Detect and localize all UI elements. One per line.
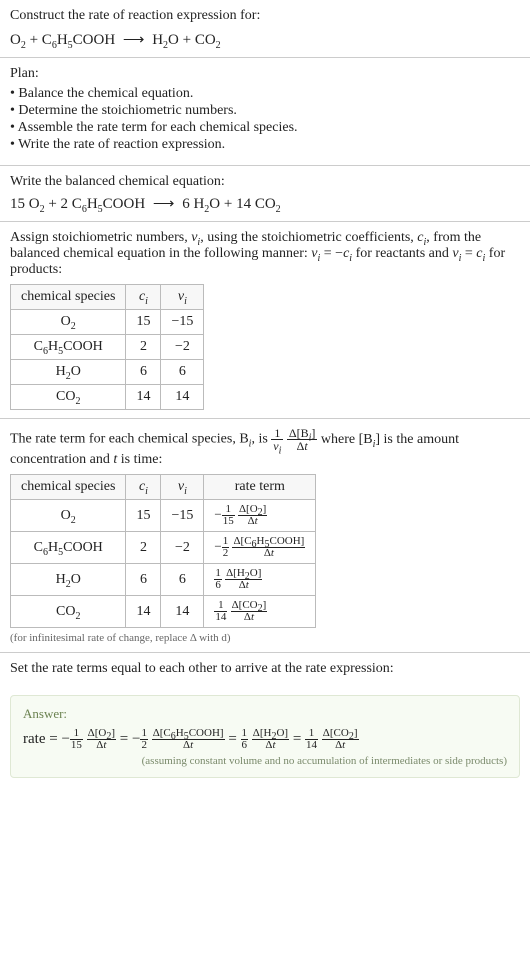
table-row: C6H5COOH2−2−12 Δ[C6H5COOH]Δt [11,532,316,564]
intro-section: Construct the rate of reaction expressio… [0,0,530,58]
assign-heading: Assign stoichiometric numbers, νi, using… [10,230,520,278]
rateterm-heading: The rate term for each chemical species,… [10,427,520,468]
plan-step: Determine the stoichiometric numbers. [10,103,520,119]
intro-prompt: Construct the rate of reaction expressio… [10,8,520,24]
assign-section: Assign stoichiometric numbers, νi, using… [0,222,530,419]
answer-expression: rate = −115 Δ[O2]Δt = −12 Δ[C6H5COOH]Δt … [23,728,507,751]
balance-heading: Write the balanced chemical equation: [10,174,520,190]
table-row: CO21414114 Δ[CO2]Δt [11,596,316,628]
answer-box: Answer: rate = −115 Δ[O2]Δt = −12 Δ[C6H5… [10,695,520,778]
plan-heading: Plan: [10,66,520,82]
table-row: CO21414 [11,385,204,410]
table-header-row: chemical species ci νi [11,285,204,310]
balance-section: Write the balanced chemical equation: 15… [0,166,530,222]
table-row: O215−15 [11,310,204,335]
intro-equation: O2 + C6H5COOH ⟶ H2O + CO2 [10,30,520,49]
rate-table: chemical species ci νi rate term O215−15… [10,474,316,628]
rateterm-note: (for infinitesimal rate of change, repla… [10,632,520,644]
col-ci: ci [126,285,161,310]
final-section: Set the rate terms equal to each other t… [0,653,530,685]
col-species: chemical species [11,285,126,310]
answer-note: (assuming constant volume and no accumul… [23,755,507,767]
stoich-table: chemical species ci νi O215−15 C6H5COOH2… [10,284,204,410]
rate-def-frac-1: 1νi [271,427,283,452]
plan-step: Write the rate of reaction expression. [10,137,520,153]
table-row: C6H5COOH2−2 [11,335,204,360]
plan-step: Balance the chemical equation. [10,86,520,102]
table-header-row: chemical species ci νi rate term [11,475,316,500]
rateterm-section: The rate term for each chemical species,… [0,419,530,653]
rate-def-frac-2: Δ[Bi]Δt [287,427,318,452]
col-vi: νi [161,285,204,310]
table-row: O215−15−115 Δ[O2]Δt [11,500,316,532]
answer-label: Answer: [23,706,507,722]
table-row: H2O66 [11,360,204,385]
table-row: H2O6616 Δ[H2O]Δt [11,564,316,596]
final-heading: Set the rate terms equal to each other t… [10,661,520,677]
plan-list: Balance the chemical equation. Determine… [10,86,520,153]
balance-equation: 15 O2 + 2 C6H5COOH ⟶ 6 H2O + 14 CO2 [10,194,520,213]
plan-step: Assemble the rate term for each chemical… [10,120,520,136]
plan-section: Plan: Balance the chemical equation. Det… [0,58,530,166]
